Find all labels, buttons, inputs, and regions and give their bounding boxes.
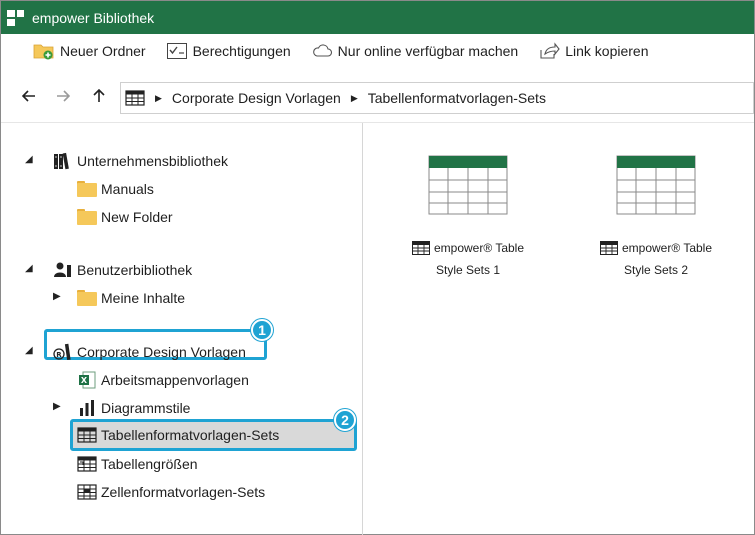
table-thumbnail-icon [428,155,508,215]
empower-app-icon [6,8,26,28]
collapse-arrow-icon[interactable]: ◢ [25,263,33,274]
breadcrumb-separator-icon: ▶ [350,92,358,103]
table-resize-icon [77,455,97,473]
tree-label: Unternehmensbibliothek [77,153,228,169]
cell-format-icon [77,483,97,501]
annotation-badge-2: 2 [334,409,356,431]
tree-label: Tabellenformatvorlagen-Sets [101,427,280,443]
table-grid-icon [77,426,97,444]
expand-arrow-icon[interactable]: ▶ [53,291,61,302]
content-tile-table-style-sets-1[interactable]: empower® Table Style Sets 1 [393,155,543,280]
tree-item-company-library[interactable]: Unternehmensbibliothek [53,149,228,173]
copy-link-button[interactable]: Link kopieren [532,36,654,66]
breadcrumb-item-corporate-design[interactable]: Corporate Design Vorlagen [172,90,341,106]
tree-label: New Folder [101,209,173,225]
pane-divider[interactable] [362,123,363,535]
online-only-button[interactable]: Nur online verfügbar machen [305,36,525,66]
permissions-button[interactable]: Berechtigungen [160,36,297,66]
bar-chart-icon [77,399,97,417]
tree-item-cell-format-sets[interactable]: Zellenformatvorlagen-Sets [77,480,265,504]
registered-books-icon: R [53,343,73,361]
breadcrumb-item-table-format-sets[interactable]: Tabellenformatvorlagen-Sets [368,90,546,106]
tile-line2: Style Sets 2 [623,263,689,277]
copy-link-label: Link kopieren [565,43,649,59]
svg-text:R: R [56,351,62,359]
share-arrow-icon [538,41,560,61]
small-table-icon [412,241,430,261]
tile-line1: empower® Table [434,241,524,255]
tree-item-my-content[interactable]: Meine Inhalte [77,286,185,310]
tile-label: empower® Table Style Sets 1 [393,239,543,280]
tree-item-table-format-sets[interactable]: Tabellenformatvorlagen-Sets [77,423,279,447]
tree-label: Tabellengrößen [101,456,198,472]
tree-item-new-folder[interactable]: New Folder [77,205,173,229]
up-arrow-icon[interactable] [81,88,117,108]
title-bar: empower Bibliothek [1,1,754,34]
collapse-arrow-icon[interactable]: ◢ [25,154,33,165]
content-tile-table-style-sets-2[interactable]: empower® Table Style Sets 2 [581,155,731,280]
checkbox-list-icon [166,41,188,61]
tree-label: Corporate Design Vorlagen [77,344,246,360]
books-icon [53,152,73,170]
svg-text:X: X [81,376,88,385]
table-grid-icon [125,90,145,106]
tree-label: Diagrammstile [101,400,191,416]
collapse-arrow-icon[interactable]: ◢ [25,345,33,356]
tree-label: Arbeitsmappenvorlagen [101,372,249,388]
breadcrumb: ▶ Corporate Design Vorlagen ▶ Tabellenfo… [120,82,754,114]
tree-item-table-sizes[interactable]: Tabellengrößen [77,452,198,476]
online-only-label: Nur online verfügbar machen [337,43,519,59]
annotation-badge-1: 1 [251,319,273,341]
folder-icon [77,290,97,306]
tree-label: Manuals [101,181,154,197]
new-folder-icon [33,41,55,61]
navigation-tree: ◢ Unternehmensbibliothek Manuals New Fol… [1,123,362,535]
folder-icon [77,209,97,225]
tree-label: Meine Inhalte [101,290,186,306]
breadcrumb-separator-icon: ▶ [155,92,162,103]
new-folder-label: Neuer Ordner [60,43,146,59]
tree-label: Benutzerbibliothek [77,262,193,278]
users-icon [53,261,73,279]
tree-item-manuals[interactable]: Manuals [77,177,154,201]
tile-line2: Style Sets 1 [435,263,501,277]
expand-arrow-icon[interactable]: ▶ [53,401,61,412]
new-folder-button[interactable]: Neuer Ordner [27,36,152,66]
cloud-icon [311,41,333,61]
navigation-bar: ▶ Corporate Design Vorlagen ▶ Tabellenfo… [1,81,754,115]
tile-label: empower® Table Style Sets 2 [581,239,731,280]
window-title: empower Bibliothek [32,9,155,26]
forward-arrow-icon[interactable] [45,89,81,107]
table-thumbnail-icon [616,155,696,215]
tree-label: Zellenformatvorlagen-Sets [101,484,266,500]
tile-line1: empower® Table [622,241,712,255]
tree-item-chart-styles[interactable]: Diagrammstile [77,396,190,420]
folder-icon [77,181,97,197]
permissions-label: Berechtigungen [192,43,291,59]
excel-icon: X [77,371,97,389]
small-table-icon [600,241,618,261]
toolbar: Neuer Ordner Berechtigungen Nur online v… [1,34,754,68]
tree-item-corporate-design[interactable]: R Corporate Design Vorlagen [53,340,246,364]
tree-item-user-library[interactable]: Benutzerbibliothek [53,258,192,282]
tree-item-workbook-templates[interactable]: X Arbeitsmappenvorlagen [77,368,249,392]
back-arrow-icon[interactable] [13,89,45,107]
